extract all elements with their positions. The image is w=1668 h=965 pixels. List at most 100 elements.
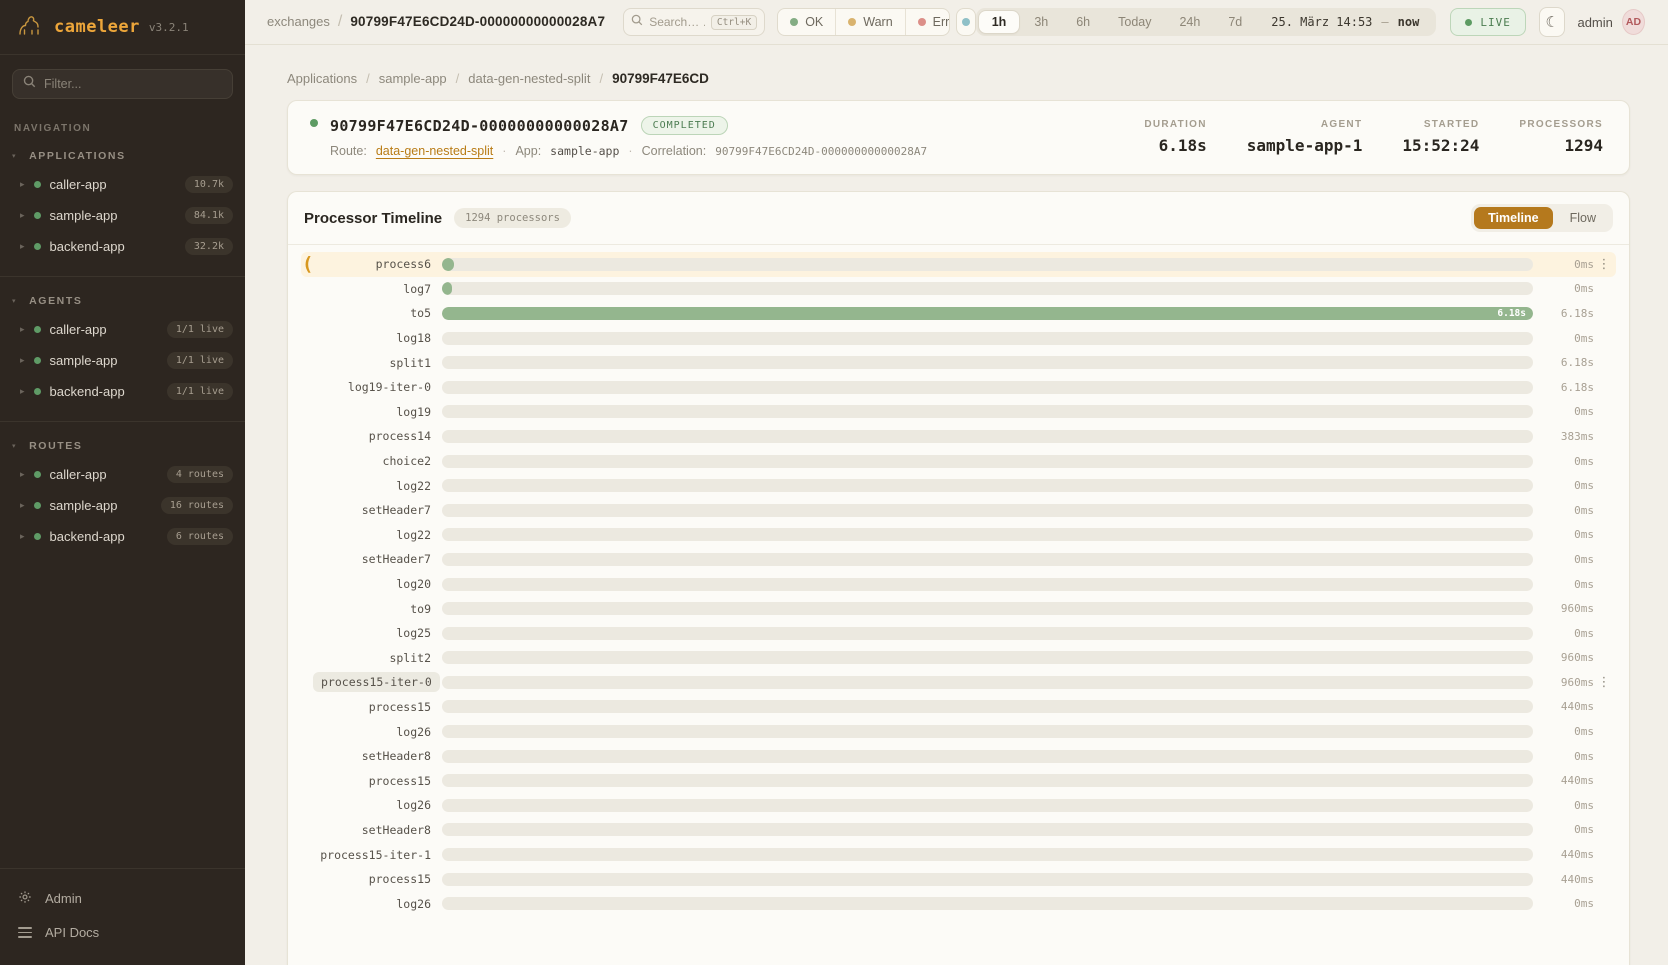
sidebar-section-agents: ▾AGENTS▸caller-app1/1 live▸sample-app1/1… [0, 276, 245, 415]
timeline-row[interactable]: log200ms⋮ [301, 572, 1616, 597]
live-dot-icon [1465, 19, 1472, 26]
stat-processors: PROCESSORS1294 [1519, 119, 1603, 155]
sidebar-item-caller-app[interactable]: ▸caller-app10.7k [0, 169, 245, 200]
timeline-row[interactable]: setHeader80ms⋮ [301, 744, 1616, 769]
tab-timeline[interactable]: Timeline [1474, 207, 1552, 229]
sidebar-item-sample-app[interactable]: ▸sample-app1/1 live [0, 345, 245, 376]
timeline-row[interactable]: log220ms⋮ [301, 473, 1616, 498]
processor-label: log26 [313, 897, 431, 911]
status-dot-icon [918, 18, 926, 26]
timeline-row[interactable]: log19-iter-06.18s⋮ [301, 375, 1616, 400]
item-label: caller-app [50, 177, 176, 192]
theme-toggle-button[interactable]: ☾ [1539, 7, 1566, 37]
chevron-down-icon: ▾ [12, 297, 17, 305]
duration-track [442, 774, 1533, 787]
sidebar-item-caller-app[interactable]: ▸caller-app1/1 live [0, 314, 245, 345]
date-range-display[interactable]: 25. März 14:53 — now [1255, 15, 1433, 29]
time-range-buttons: 1h3h6hToday24h7d [979, 11, 1256, 33]
filter-input[interactable] [44, 77, 222, 91]
timeline-row[interactable]: log260ms⋮ [301, 719, 1616, 744]
breadcrumb-section[interactable]: exchanges [267, 14, 330, 29]
timeline-row[interactable]: choice20ms⋮ [301, 449, 1616, 474]
range-button-today[interactable]: Today [1105, 11, 1164, 33]
processor-label: log19-iter-0 [313, 380, 431, 394]
duration-track [442, 848, 1533, 861]
sidebar-item-backend-app[interactable]: ▸backend-app1/1 live [0, 376, 245, 407]
duration-track [442, 332, 1533, 345]
status-filter-group: OKWarnError [777, 8, 950, 36]
range-button-1h[interactable]: 1h [979, 11, 1020, 33]
timeline-row[interactable]: setHeader70ms⋮ [301, 498, 1616, 523]
timeline-row[interactable]: setHeader80ms⋮ [301, 818, 1616, 843]
brand-header[interactable]: cameleer v3.2.1 [0, 0, 245, 55]
sidebar-filter[interactable] [12, 69, 233, 99]
timeline-row[interactable]: to9960ms⋮ [301, 596, 1616, 621]
timeline-row[interactable]: log220ms⋮ [301, 523, 1616, 548]
sidebar-item-admin[interactable]: Admin [0, 881, 245, 916]
range-button-7d[interactable]: 7d [1215, 11, 1255, 33]
breadcrumb-route[interactable]: data-gen-nested-split [468, 71, 590, 86]
section-header-agents[interactable]: ▾AGENTS [0, 289, 245, 314]
duration-value: 6.18s [1544, 307, 1594, 320]
live-label: LIVE [1480, 16, 1511, 29]
item-label: sample-app [50, 208, 176, 223]
timeline-row[interactable]: setHeader70ms⋮ [301, 547, 1616, 572]
item-count-badge: 1/1 live [167, 321, 233, 338]
section-header-applications[interactable]: ▾APPLICATIONS [0, 144, 245, 169]
status-filter-ok[interactable]: OK [778, 9, 835, 35]
status-dot-icon [34, 326, 41, 333]
status-filter-warn[interactable]: Warn [835, 9, 904, 35]
stat-duration: DURATION6.18s [1144, 119, 1206, 155]
range-button-6h[interactable]: 6h [1063, 11, 1103, 33]
timeline-row[interactable]: log180ms⋮ [301, 326, 1616, 351]
tab-flow[interactable]: Flow [1556, 207, 1610, 229]
sidebar-item-backend-app[interactable]: ▸backend-app6 routes [0, 521, 245, 552]
timeline-row[interactable]: split16.18s⋮ [301, 350, 1616, 375]
sidebar-item-caller-app[interactable]: ▸caller-app4 routes [0, 459, 245, 490]
timeline-row[interactable]: process15440ms⋮ [301, 768, 1616, 793]
timeline-row[interactable]: process15440ms⋮ [301, 695, 1616, 720]
timeline-row[interactable]: split2960ms⋮ [301, 646, 1616, 671]
chevron-right-icon: ▸ [20, 501, 25, 511]
timeline-row[interactable]: (process60ms⋮ [301, 252, 1616, 277]
avatar[interactable]: AD [1622, 9, 1645, 35]
section-header-routes[interactable]: ▾ROUTES [0, 434, 245, 459]
status-filter-error[interactable]: Error [905, 9, 950, 35]
kebab-menu-icon[interactable]: ⋮ [1594, 675, 1614, 690]
processor-label: split1 [313, 356, 431, 370]
breadcrumb-app[interactable]: sample-app [379, 71, 447, 86]
timeline-row[interactable]: log190ms⋮ [301, 400, 1616, 425]
moon-icon: ☾ [1545, 13, 1558, 31]
global-search[interactable]: Search… … Ctrl+K [623, 8, 765, 36]
processor-label: log22 [313, 528, 431, 542]
processor-label: process15 [313, 872, 431, 886]
processor-label: process15-iter-0 [313, 675, 431, 689]
timeline-row[interactable]: log260ms⋮ [301, 793, 1616, 818]
duration-track [442, 479, 1533, 492]
timeline-row[interactable]: process14383ms⋮ [301, 424, 1616, 449]
timeline-row[interactable]: process15440ms⋮ [301, 867, 1616, 892]
content: Applications / sample-app / data-gen-nes… [245, 45, 1668, 965]
timeline-row[interactable]: process15-iter-1440ms⋮ [301, 842, 1616, 867]
item-label: backend-app [50, 239, 176, 254]
brand-name: cameleer [54, 17, 140, 37]
timeline-row[interactable]: to56.18s6.18s⋮ [301, 301, 1616, 326]
sidebar-item-sample-app[interactable]: ▸sample-app16 routes [0, 490, 245, 521]
timeline-title: Processor Timeline [304, 210, 442, 227]
breadcrumb-separator: / [599, 71, 603, 86]
range-button-24h[interactable]: 24h [1166, 11, 1213, 33]
range-button-3h[interactable]: 3h [1021, 11, 1061, 33]
breadcrumb-applications[interactable]: Applications [287, 71, 357, 86]
timeline-row[interactable]: log250ms⋮ [301, 621, 1616, 646]
status-filter-extra[interactable] [956, 8, 976, 36]
sidebar-item-backend-app[interactable]: ▸backend-app32.2k [0, 231, 245, 262]
sidebar-item-api-docs[interactable]: API Docs [0, 916, 245, 949]
kebab-menu-icon[interactable]: ⋮ [1594, 257, 1614, 272]
timeline-row[interactable]: log260ms⋮ [301, 891, 1616, 916]
live-toggle[interactable]: LIVE [1450, 8, 1526, 36]
timeline-row[interactable]: log70ms⋮ [301, 277, 1616, 302]
duration-value: 0ms [1544, 504, 1594, 517]
timeline-row[interactable]: process15-iter-0960ms⋮ [301, 670, 1616, 695]
sidebar-item-sample-app[interactable]: ▸sample-app84.1k [0, 200, 245, 231]
route-link[interactable]: data-gen-nested-split [376, 144, 493, 158]
